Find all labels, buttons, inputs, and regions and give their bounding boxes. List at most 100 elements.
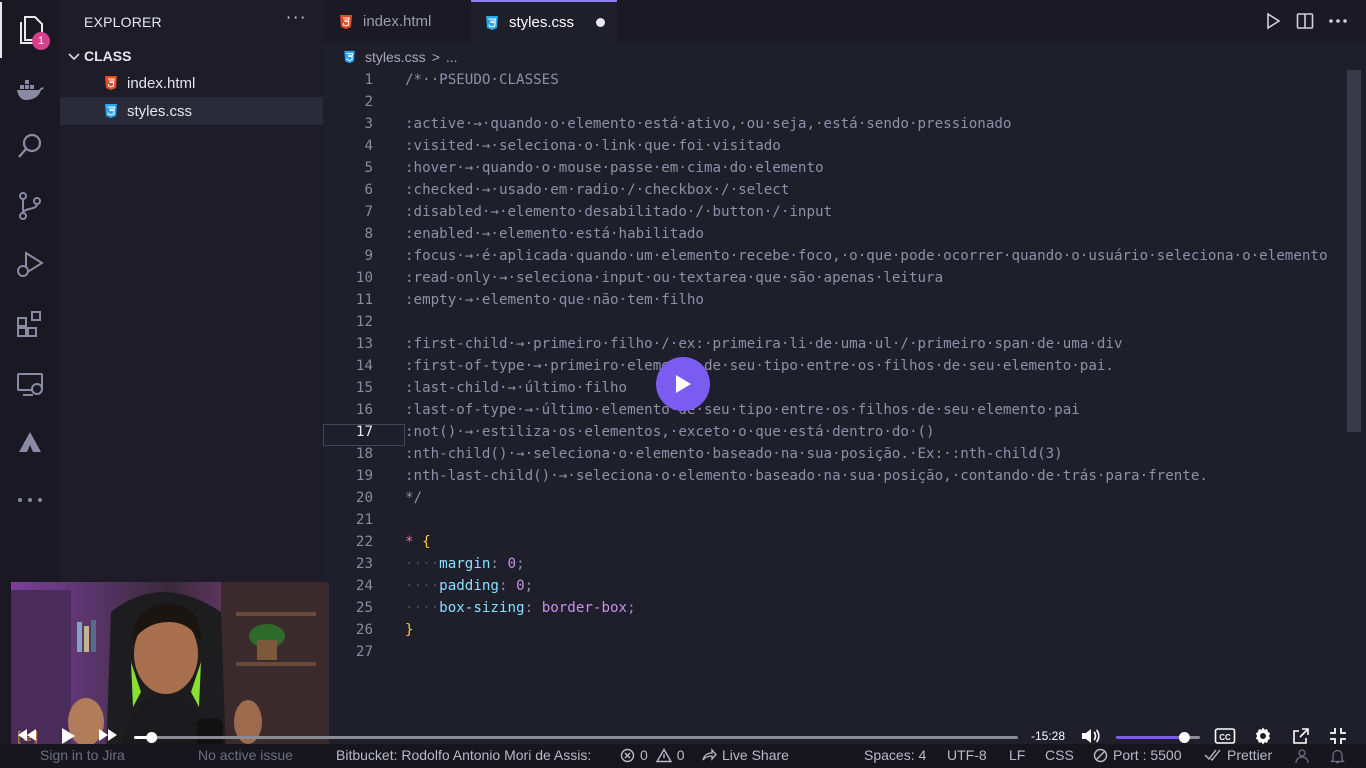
editor-vertical-scrollbar[interactable] [1347,70,1361,432]
tab-index-html[interactable]: index.html [323,0,471,43]
code-line[interactable]: 24 ····padding: 0; [323,575,1366,597]
line-content: :read-only·→·seleciona·input·ou·textarea… [405,270,944,286]
play-pause-button[interactable] [60,727,76,745]
explorer-more-actions-button[interactable]: ··· [286,8,307,27]
explorer-activity-button[interactable]: 1 [0,2,60,58]
line-number: 15 [355,380,373,396]
rewind-button[interactable] [16,727,38,743]
code-line[interactable]: 27 [323,641,1366,663]
docker-activity-button[interactable] [0,62,60,118]
volume-slider[interactable] [1116,730,1206,744]
line-number: 1 [364,72,373,88]
code-line[interactable]: 7:disabled·→·elemento·desabilitado·/·but… [323,201,1366,223]
code-line[interactable]: 10:read-only·→·seleciona·input·ou·textar… [323,267,1366,289]
code-line[interactable]: 21 [323,509,1366,531]
search-activity-button[interactable] [0,118,60,174]
volume-knob[interactable] [1178,732,1190,743]
code-line[interactable]: 13:first-child·→·primeiro·filho·/·ex:·pr… [323,333,1366,355]
code-line[interactable]: 8:enabled·→·elemento·está·habilitado [323,223,1366,245]
progress-scrubber[interactable] [146,732,158,743]
code-editor[interactable]: 1 /*··PSEUDO·CLASSES 2 3:active·→·quando·o·… [323,68,1366,744]
line-content: * { [405,531,431,553]
line-number: 23 [355,556,373,572]
line-number: 12 [355,314,373,330]
atlassian-activity-button[interactable] [0,414,60,470]
code-line[interactable]: 1 /*··PSEUDO·CLASSES [323,69,1366,91]
css3-icon [105,104,117,118]
vscode-window: 1 EXPLORER ··· CLASS index.html styles.c… [0,0,1366,768]
line-number: 22 [355,534,373,550]
notifications-bell-icon[interactable] [1330,748,1345,764]
run-debug-icon [17,251,44,277]
indent-guide: · [430,556,440,572]
css-value: 0 [507,556,517,572]
line-content: :visited·→·seleciona·o·link·que·foi·visi… [405,138,781,154]
volume-button[interactable] [1080,727,1100,745]
extensions-activity-button[interactable] [0,296,60,352]
open-external-button[interactable] [1291,726,1311,746]
unsaved-dot-icon[interactable] [596,18,605,27]
indent-guide: · [430,600,440,616]
folder-header[interactable]: CLASS [60,44,323,68]
run-debug-activity-button[interactable] [0,236,60,292]
editor-tab-bar: index.html styles.css [323,0,1366,43]
rewind-icon [18,729,36,741]
video-play-button[interactable] [656,357,710,411]
line-content: :last-of-type·→·último·elemento·de·seu·t… [405,402,1080,418]
code-line[interactable]: 22 * { [323,531,1366,553]
line-content: :nth-last-child()·→·seleciona·o·elemento… [405,468,1208,484]
breadcrumb-separator: > [431,49,440,65]
code-line[interactable]: 11:empty·→·elemento·que·não·tem·filho [323,289,1366,311]
captions-button[interactable]: CC [1214,727,1236,745]
code-line[interactable]: 15:last-child·→·último·filho [323,377,1366,399]
remote-explorer-activity-button[interactable] [0,356,60,412]
tab-styles-css[interactable]: styles.css [471,0,617,43]
file-item-index-html[interactable]: index.html [60,69,323,97]
file-name: index.html [127,74,196,92]
source-control-activity-button[interactable] [0,178,60,234]
more-views-button[interactable] [0,472,60,528]
indent-guide: ··· [405,578,431,594]
code-line[interactable]: 17:not()·→·estiliza·os·elementos,·exceto… [323,421,1366,443]
line-number: 3 [364,116,373,132]
fast-forward-button[interactable] [97,727,119,743]
exit-fullscreen-button[interactable] [1328,726,1348,746]
code-line[interactable]: 6:checked·→·usado·em·radio·/·checkbox·/·… [323,179,1366,201]
line-content: :checked·→·usado·em·radio·/·checkbox·/·s… [405,182,790,198]
code-line[interactable]: 16:last-of-type·→·último·elemento·de·seu… [323,399,1366,421]
split-editor-icon[interactable] [1296,12,1314,30]
settings-button[interactable] [1253,726,1273,746]
line-number: 9 [364,248,373,264]
video-progress-bar[interactable] [134,730,1018,744]
code-line[interactable]: 4:visited·→·seleciona·o·link·que·foi·vis… [323,135,1366,157]
code-line[interactable]: 2 [323,91,1366,113]
code-line[interactable]: 18:nth-child()·→·seleciona·o·elemento·ba… [323,443,1366,465]
accounts-icon[interactable] [1294,748,1310,764]
code-line[interactable]: 14:first-of-type·→·primeiro·elemento·de·… [323,355,1366,377]
search-icon [18,133,42,158]
breadcrumb-symbols[interactable]: ... [446,49,458,65]
line-number: 20 [355,490,373,506]
code-line[interactable]: 9 :focus·→·é·aplicada·quando·um·elemento·… [323,245,1366,267]
code-line[interactable]: 5:hover·→·quando·o·mouse·passe·em·cima·d… [323,157,1366,179]
more-actions-icon[interactable] [1328,14,1348,28]
line-content: ····padding: 0; [405,575,533,597]
code-line[interactable]: 19:nth-last-child()·→·seleciona·o·elemen… [323,465,1366,487]
code-line[interactable]: 26} [323,619,1366,641]
line-content: ····box-sizing: border-box; [405,597,636,619]
code-line[interactable]: 25 ····box-sizing: border-box; [323,597,1366,619]
file-item-styles-css[interactable]: styles.css [60,97,323,125]
code-line[interactable]: 20 */ [323,487,1366,509]
chevron-down-icon [68,53,80,61]
line-content: /*··PSEUDO·CLASSES [405,72,559,88]
explorer-title: EXPLORER [84,14,162,30]
line-content: :focus·→·é·aplicada·quando·um·elemento·r… [405,248,1328,264]
run-file-icon[interactable] [1265,12,1281,30]
code-line[interactable]: 3:active·→·quando·o·elemento·está·ativo,… [323,113,1366,135]
check-double-icon [1204,749,1221,762]
breadcrumb-file[interactable]: styles.css [365,49,426,65]
code-line[interactable]: 12 [323,311,1366,333]
line-content: :first-child·→·primeiro·filho·/·ex:·prim… [405,336,1123,352]
code-line[interactable]: 23 ····margin: 0; [323,553,1366,575]
